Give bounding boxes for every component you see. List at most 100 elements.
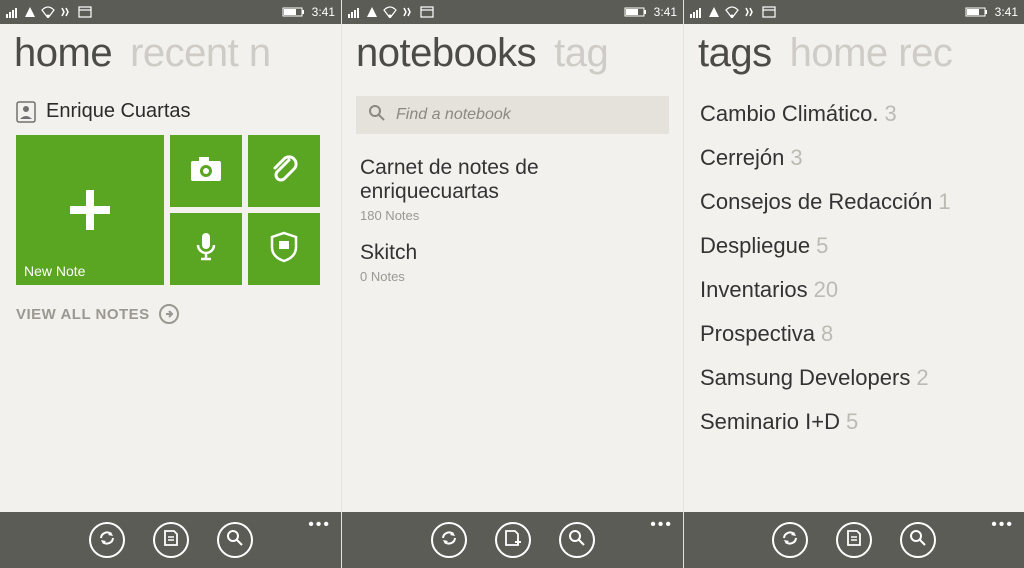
notebook-count: 0 Notes [360, 265, 665, 284]
account-name: Enrique Cuartas [46, 100, 191, 123]
appbar-more-button[interactable]: ••• [991, 516, 1014, 534]
note-add-icon [504, 529, 522, 552]
notes-button[interactable] [153, 522, 189, 558]
notebook-item[interactable]: Carnet de notes de enriquecuartas 180 No… [342, 142, 683, 227]
search-icon [368, 104, 386, 127]
wifi-icon [40, 6, 56, 18]
pivot-notebooks[interactable]: notebooks [356, 31, 536, 76]
attachment-note-tile[interactable] [248, 135, 320, 207]
pivot-tags[interactable]: tag [554, 31, 608, 76]
person-icon [16, 101, 36, 123]
notebook-count: 180 Notes [360, 204, 665, 223]
battery-icon [624, 6, 648, 18]
microphone-icon [193, 231, 219, 268]
tag-count: 1 [938, 189, 950, 215]
notes-button[interactable] [836, 522, 872, 558]
tag-count: 5 [816, 233, 828, 259]
account-row[interactable]: Enrique Cuartas [0, 82, 341, 135]
status-time: 3:41 [312, 5, 335, 19]
tag-name: Inventarios [700, 277, 808, 303]
tag-item[interactable]: Despliegue5 [700, 224, 1006, 268]
pivot-header[interactable]: home recent n [0, 24, 341, 82]
notebook-title: Carnet de notes de enriquecuartas [360, 156, 665, 204]
tag-item[interactable]: Seminario I+D5 [700, 400, 1006, 444]
status-bar: 3:41 [342, 0, 683, 24]
roaming-icon [366, 6, 378, 18]
tag-name: Prospectiva [700, 321, 815, 347]
app-bar: ••• [342, 512, 683, 568]
search-icon [226, 529, 244, 552]
premium-tile[interactable] [248, 213, 320, 285]
battery-icon [965, 6, 989, 18]
pivot-header[interactable]: notebooks tag [342, 24, 683, 82]
wifi-icon [382, 6, 398, 18]
tile-grid: New Note [0, 135, 341, 285]
notification-icon [762, 6, 776, 18]
search-button[interactable] [559, 522, 595, 558]
app-bar: ••• [0, 512, 341, 568]
tag-count: 20 [814, 277, 838, 303]
signal-icon [690, 6, 704, 18]
pivot-tags[interactable]: tags [698, 31, 772, 76]
notebooks-panel: 3:41 notebooks tag Find a notebook Carne… [341, 0, 683, 568]
paperclip-icon [269, 154, 299, 189]
audio-note-tile[interactable] [170, 213, 242, 285]
notebook-search-input[interactable]: Find a notebook [356, 96, 669, 134]
notification-icon [420, 6, 434, 18]
tag-name: Despliegue [700, 233, 810, 259]
notification-icon [78, 6, 92, 18]
appbar-more-button[interactable]: ••• [650, 516, 673, 534]
search-placeholder: Find a notebook [396, 106, 511, 124]
roaming-icon [708, 6, 720, 18]
view-all-notes-button[interactable]: VIEW ALL NOTES [0, 285, 341, 343]
pivot-recent[interactable]: recent n [130, 31, 271, 76]
tag-count: 3 [885, 101, 897, 127]
shield-icon [270, 231, 298, 268]
tag-name: Consejos de Redacción [700, 189, 932, 215]
photo-note-tile[interactable] [170, 135, 242, 207]
tag-name: Seminario I+D [700, 409, 840, 435]
note-icon [846, 529, 862, 552]
search-button[interactable] [217, 522, 253, 558]
home-panel: 3:41 home recent n Enrique Cuartas New N… [0, 0, 341, 568]
tag-item[interactable]: Prospectiva8 [700, 312, 1006, 356]
pivot-header[interactable]: tags home rec [684, 24, 1024, 82]
tag-item[interactable]: Cambio Climático.3 [700, 92, 1006, 136]
tag-item[interactable]: Consejos de Redacción1 [700, 180, 1006, 224]
tag-count: 8 [821, 321, 833, 347]
sync-button[interactable] [89, 522, 125, 558]
tags-panel: 3:41 tags home rec Cambio Climático.3 Ce… [683, 0, 1024, 568]
tag-name: Samsung Developers [700, 365, 910, 391]
tag-item[interactable]: Inventarios20 [700, 268, 1006, 312]
tag-name: Cerrejón [700, 145, 784, 171]
vibrate-icon [744, 6, 758, 18]
notebook-title: Skitch [360, 241, 665, 265]
pivot-home[interactable]: home [14, 31, 112, 76]
new-note-label: New Note [24, 263, 85, 279]
sync-button[interactable] [431, 522, 467, 558]
tag-item[interactable]: Cerrejón3 [700, 136, 1006, 180]
battery-icon [282, 6, 306, 18]
arrow-right-circle-icon [158, 303, 180, 325]
tag-count: 5 [846, 409, 858, 435]
status-bar: 3:41 [684, 0, 1024, 24]
tag-item[interactable]: Samsung Developers2 [700, 356, 1006, 400]
notebook-item[interactable]: Skitch 0 Notes [342, 227, 683, 288]
search-icon [909, 529, 927, 552]
sync-button[interactable] [772, 522, 808, 558]
vibrate-icon [402, 6, 416, 18]
status-time: 3:41 [995, 5, 1018, 19]
sync-icon [98, 529, 116, 552]
note-icon [163, 529, 179, 552]
new-notebook-button[interactable] [495, 522, 531, 558]
app-bar: ••• [684, 512, 1024, 568]
pivot-home[interactable]: home rec [790, 31, 953, 76]
sync-icon [781, 529, 799, 552]
signal-icon [6, 6, 20, 18]
search-button[interactable] [900, 522, 936, 558]
appbar-more-button[interactable]: ••• [308, 516, 331, 534]
tag-count: 3 [790, 145, 802, 171]
sync-icon [440, 529, 458, 552]
new-note-tile[interactable]: New Note [16, 135, 164, 285]
vibrate-icon [60, 6, 74, 18]
